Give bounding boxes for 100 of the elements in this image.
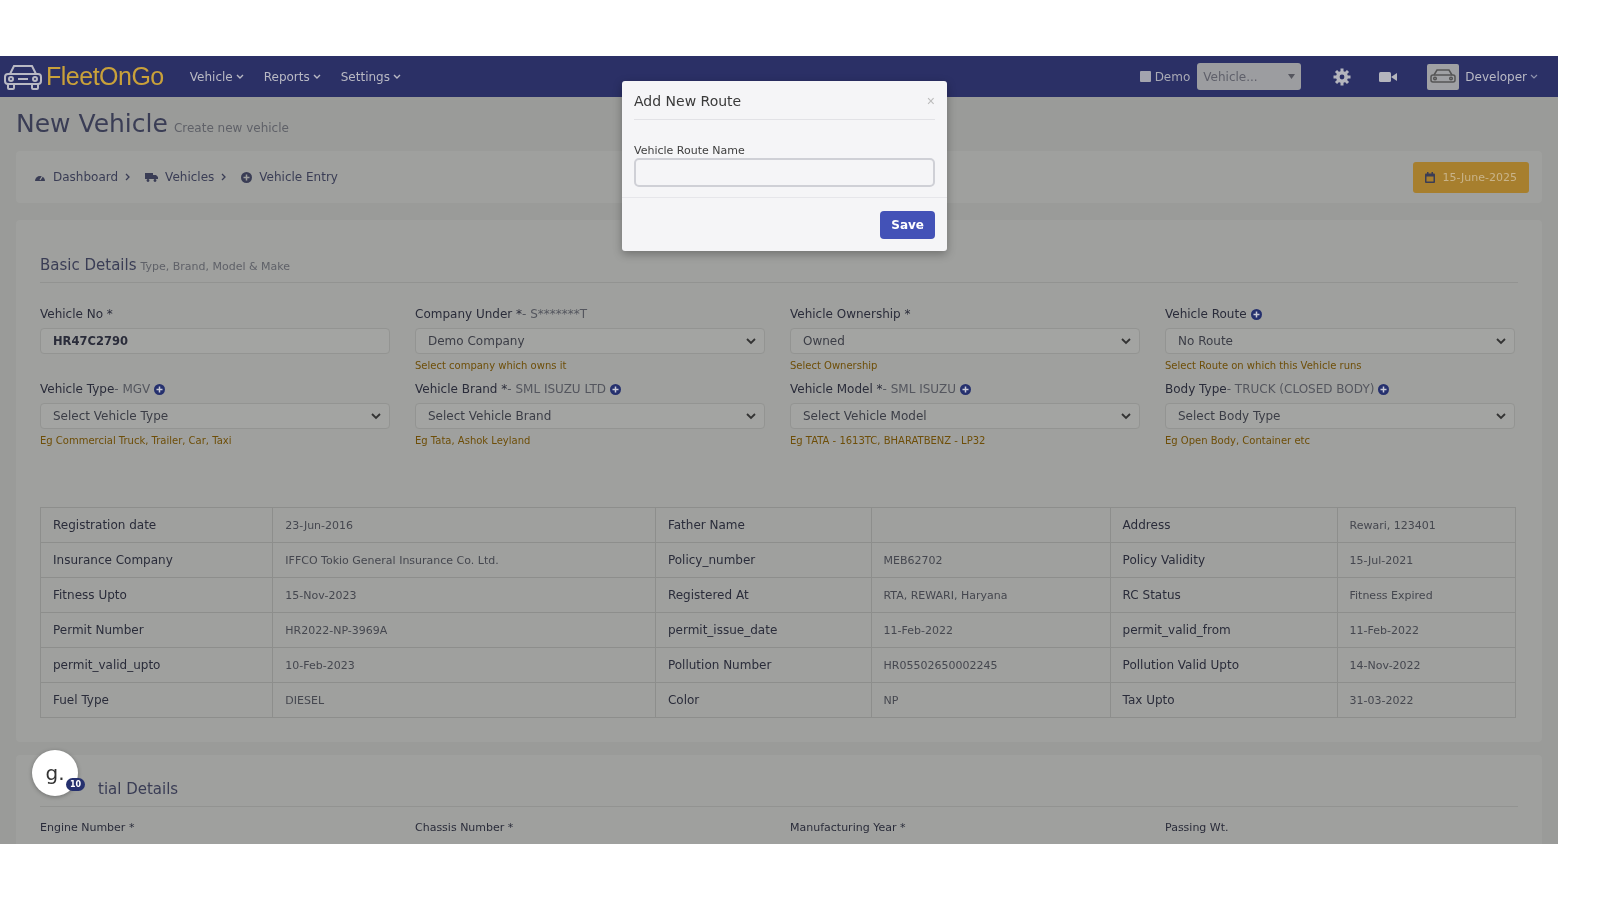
field-hint: Eg Open Body, Container etc	[1165, 434, 1311, 448]
table-key-cell: Insurance Company	[40, 542, 273, 578]
field-label: Vehicle Brand *- SML ISUZU LTD	[415, 382, 607, 396]
table-value-cell: NP	[871, 682, 1111, 718]
breadcrumb-link[interactable]: Vehicle Entry	[259, 170, 338, 184]
breadcrumb-link[interactable]: Vehicles	[165, 170, 215, 184]
logo-text[interactable]: FleetOnGo	[46, 62, 164, 91]
breadcrumb-link[interactable]: Dashboard	[53, 170, 119, 184]
vehicle-number-field[interactable]: HR47C2790	[40, 328, 390, 354]
section-subtitle: Type, Brand, Model & Make	[140, 260, 291, 273]
field-label: Vehicle Route Name	[634, 144, 746, 157]
caret-icon	[235, 73, 244, 80]
demo-checkbox[interactable]	[1139, 71, 1151, 82]
nav-menu[interactable]: Reports	[255, 69, 329, 84]
table-value-cell: 23-Jun-2016	[272, 507, 656, 543]
user-avatar[interactable]	[1427, 63, 1460, 90]
select-dropdown[interactable]: Select Vehicle Model	[790, 403, 1140, 429]
field-label: Engine Number *	[40, 821, 136, 834]
field-label: Body Type- TRUCK (CLOSED BODY)	[1165, 382, 1375, 396]
field-label: Vehicle Ownership *	[790, 307, 911, 321]
chevron-down-icon	[746, 337, 756, 345]
field-label: Vehicle No *	[40, 307, 113, 321]
field-label: Chassis Number *	[415, 821, 515, 834]
select-dropdown[interactable]: Demo Company	[415, 328, 765, 354]
page-title: New Vehicle	[16, 109, 168, 138]
add-icon[interactable]	[1250, 308, 1262, 320]
table-value-cell: 14-Nov-2022	[1337, 647, 1516, 683]
video-camera-icon[interactable]	[1379, 70, 1398, 83]
table-key-cell: Policy_number	[655, 542, 871, 578]
nav-menu[interactable]: Settings	[332, 69, 409, 84]
select-dropdown[interactable]: Owned	[790, 328, 1140, 354]
caret-icon	[1530, 73, 1538, 80]
demo-label: Demo	[1154, 69, 1191, 84]
table-value-cell: 31-03-2022	[1337, 682, 1516, 718]
add-icon[interactable]	[959, 383, 971, 395]
vehicle-select[interactable]: Vehicle...	[1197, 63, 1302, 90]
chevron-down-icon	[371, 412, 381, 420]
select-dropdown[interactable]: Select Vehicle Type	[40, 403, 390, 429]
caret-icon	[312, 73, 321, 80]
chevron-down-icon	[1121, 412, 1131, 420]
field-hint: Select Route on which this Vehicle runs	[1165, 359, 1363, 373]
dialog-title: Add New Route	[634, 93, 742, 109]
add-icon[interactable]	[154, 383, 166, 395]
add-icon[interactable]	[610, 383, 622, 395]
table-value-cell: 15-Nov-2023	[272, 577, 656, 613]
field-label: Vehicle Type- MGV	[40, 382, 151, 396]
field-label: Vehicle Model *- SML ISUZU	[790, 382, 956, 396]
table-value-cell: RTA, REWARI, Haryana	[871, 577, 1111, 613]
calendar-icon	[1424, 171, 1435, 183]
field-hint: Eg Commercial Truck, Trailer, Car, Taxi	[40, 434, 233, 448]
table-key-cell: Tax Upto	[1110, 682, 1337, 718]
table-value-cell: Fitness Expired	[1337, 577, 1516, 613]
table-key-cell: permit_valid_from	[1110, 612, 1337, 648]
table-value-cell: IFFCO Tokio General Insurance Co. Ltd.	[272, 542, 656, 578]
table-key-cell: RC Status	[1110, 577, 1337, 613]
table-value-cell: DIESEL	[272, 682, 656, 718]
table-key-cell: Father Name	[655, 507, 871, 543]
table-key-cell: Registration date	[40, 507, 273, 543]
user-menu[interactable]: Developer	[1463, 69, 1540, 84]
table-value-cell: HR2022-NP-3969A	[272, 612, 656, 648]
table-key-cell: Policy Validity	[1110, 542, 1337, 578]
field-label: Passing Wt.	[1165, 821, 1230, 834]
chevron-down-icon	[1496, 337, 1506, 345]
save-button[interactable]: Save	[880, 211, 935, 239]
add-icon[interactable]	[1378, 383, 1390, 395]
nav-menu[interactable]: Vehicle	[181, 69, 252, 84]
chevron-right-icon	[125, 173, 131, 181]
table-value-cell: Rewari, 123401	[1337, 507, 1516, 543]
field-hint: Eg Tata, Ashok Leyland	[415, 434, 532, 448]
chevron-down-icon	[1496, 412, 1506, 420]
plus-circle-icon	[241, 171, 253, 183]
field-hint: Select Ownership	[790, 359, 879, 373]
table-key-cell: Fuel Type	[40, 682, 273, 718]
select-dropdown[interactable]: Select Body Type	[1165, 403, 1515, 429]
table-key-cell: Permit Number	[40, 612, 273, 648]
table-key-cell: Address	[1110, 507, 1337, 543]
chevron-down-icon	[1121, 337, 1131, 345]
field-label: Vehicle Route	[1165, 307, 1247, 321]
table-key-cell: permit_issue_date	[655, 612, 871, 648]
field-label: Manufacturing Year *	[790, 821, 907, 834]
chevron-right-icon	[221, 173, 227, 181]
table-value-cell: HR05502650002245	[871, 647, 1111, 683]
table-value-cell: 15-Jul-2021	[1337, 542, 1516, 578]
select-dropdown[interactable]: No Route	[1165, 328, 1515, 354]
caret-icon	[392, 73, 401, 80]
field-label: Company Under *- S*******T	[415, 307, 588, 321]
section-title: tial Details	[98, 780, 179, 798]
dropdown-arrow-icon	[1288, 74, 1296, 79]
field-hint: Select company which owns it	[415, 359, 568, 373]
table-value-cell: 11-Feb-2022	[871, 612, 1111, 648]
page-subtitle: Create new vehicle	[173, 121, 289, 135]
table-key-cell: Pollution Number	[655, 647, 871, 683]
table-key-cell: Pollution Valid Upto	[1110, 647, 1337, 683]
table-value-cell: 10-Feb-2023	[272, 647, 656, 683]
chevron-down-icon	[746, 412, 756, 420]
route-name-field[interactable]	[634, 158, 935, 187]
table-key-cell: Registered At	[655, 577, 871, 613]
table-key-cell: Fitness Upto	[40, 577, 273, 613]
section-title: Basic Details	[40, 256, 137, 274]
select-dropdown[interactable]: Select Vehicle Brand	[415, 403, 765, 429]
